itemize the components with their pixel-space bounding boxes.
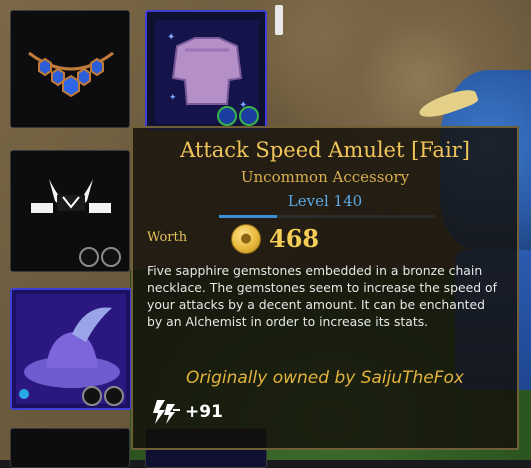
worth-label: Worth — [147, 230, 188, 245]
attack-speed-icon — [153, 400, 180, 424]
inventory-slot-helmet[interactable] — [10, 150, 130, 272]
sapphire-amulet-icon — [28, 51, 114, 98]
gem-socket — [217, 106, 237, 126]
item-tooltip: Attack Speed Amulet [Fair] Uncommon Acce… — [131, 126, 519, 450]
original-owner: Originally owned by SaijuTheFox — [186, 368, 464, 388]
item-description: Five sapphire gemstones embedded in a br… — [147, 263, 497, 329]
coin-icon: ● — [231, 224, 261, 254]
inventory-scrollbar[interactable] — [275, 5, 283, 35]
gem-socket-group — [82, 386, 124, 406]
level-progress-bar — [219, 215, 435, 218]
gem-socket — [101, 247, 121, 267]
inventory-slot-hat[interactable] — [10, 288, 132, 410]
item-name: Attack Speed Amulet [Fair] — [180, 138, 470, 162]
svg-text:✦: ✦ — [169, 93, 177, 103]
inventory-slot-chest-armor[interactable]: ✦ ✦ ✦ — [145, 10, 267, 130]
worth-value: 468 — [269, 224, 320, 253]
inventory-slot[interactable] — [10, 428, 130, 468]
stat-value: +91 — [185, 402, 223, 422]
gem-socket — [104, 386, 124, 406]
gem-socket-group — [79, 247, 121, 267]
svg-text:✦: ✦ — [167, 32, 175, 43]
item-rarity-type: Uncommon Accessory — [240, 168, 410, 186]
gem-socket-group — [217, 106, 259, 126]
white-horned-helmet-icon — [31, 179, 111, 213]
level-progress-fill — [219, 215, 278, 218]
gem-socket — [79, 247, 99, 267]
gem-socket — [82, 386, 102, 406]
item-level: Level 140 — [287, 192, 363, 210]
inventory-slot-amulet[interactable] — [10, 10, 130, 128]
stat-row: +91 — [151, 398, 223, 426]
gem-socket — [239, 106, 259, 126]
